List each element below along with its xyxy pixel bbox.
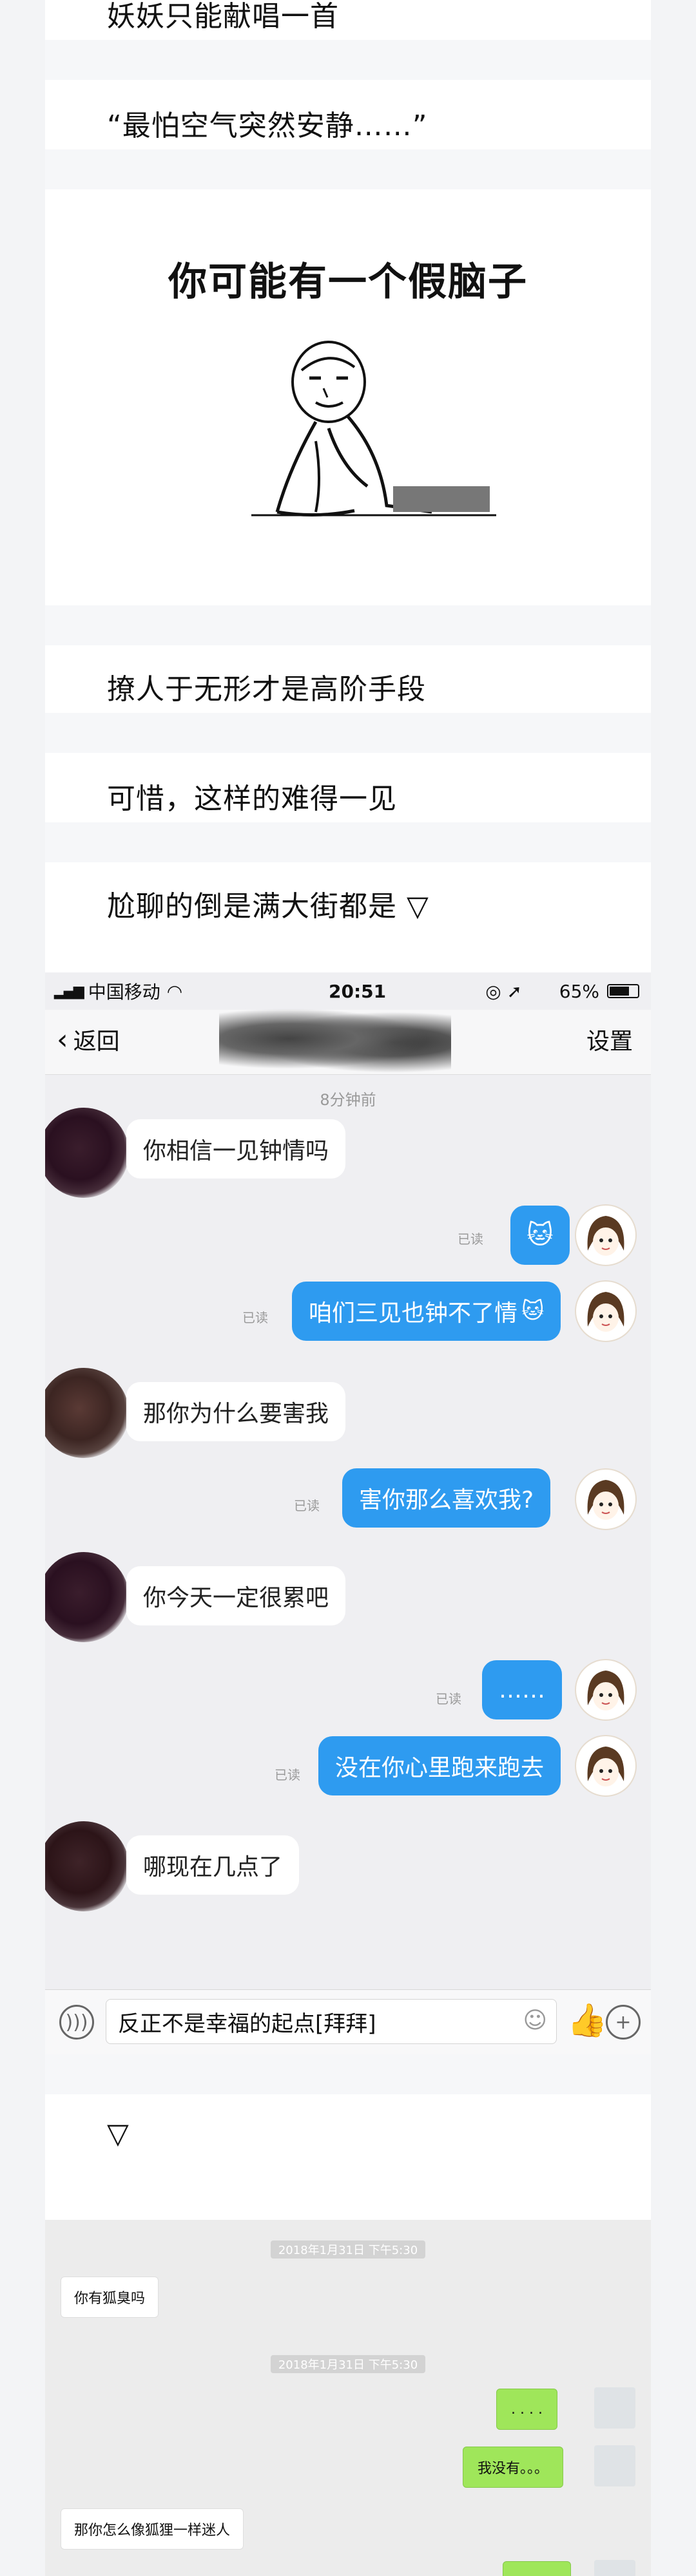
- read-status: 已读: [436, 1691, 461, 1707]
- message-bubble-right: 害你那么喜欢我?: [342, 1468, 551, 1528]
- chat-screenshot-wechat: 2018年1月31日 下午5:30 你有狐臭吗 2018年1月31日 下午5:3…: [45, 2220, 651, 2576]
- text-line-triangle: ▽: [45, 2107, 651, 2160]
- voice-icon: ))): [65, 2011, 88, 2034]
- cat-face-sticker-icon: 🐱: [527, 1220, 554, 1250]
- meme-image: 你可能有一个假脑子: [45, 209, 651, 605]
- settings-button[interactable]: 设置: [586, 1023, 633, 1056]
- location-icon: ◎ ➚: [485, 980, 522, 1002]
- message-bubble-left: 你今天一定很累吧: [126, 1566, 346, 1625]
- text-line-rare-label: 可惜，这样的难得一见: [107, 782, 397, 815]
- chevron-left-icon: ‹: [57, 1023, 68, 1056]
- user-avatar: [575, 1468, 637, 1530]
- girl-face-icon: [587, 1480, 624, 1520]
- clock-label: 20:51: [329, 980, 387, 1002]
- add-button[interactable]: +: [606, 2005, 641, 2040]
- read-status: 已读: [294, 1498, 320, 1513]
- chat-timestamp: 2018年1月31日 下午5:30: [271, 2240, 425, 2259]
- plus-icon: +: [615, 2011, 632, 2034]
- girl-face-icon: [587, 1292, 624, 1332]
- voice-button[interactable]: ))): [59, 2005, 94, 2040]
- text-line-top-label: 妖妖只能献唱一首: [107, 0, 339, 33]
- message-input-value: 反正不是幸福的起点[拜拜]: [118, 2011, 376, 2037]
- user-avatar: [594, 2387, 635, 2429]
- text-line-rare: 可惜，这样的难得一见: [45, 770, 651, 822]
- text-line-flirt-label: 撩人于无形才是高阶手段: [107, 673, 426, 706]
- message-bubble-right: 没在你心里跑来跑去: [318, 1736, 561, 1795]
- section-gap: [45, 822, 651, 862]
- emoji-icon: ☺: [523, 2007, 547, 2034]
- user-avatar: [575, 1659, 637, 1721]
- user-avatar: [594, 2560, 635, 2576]
- back-button[interactable]: ‹ 返回: [57, 1023, 120, 1056]
- meme-stick-figure: [251, 341, 496, 517]
- section-gap: [45, 713, 651, 753]
- text-line-flirt: 撩人于无形才是高阶手段: [45, 660, 651, 713]
- contact-avatar: [45, 1108, 129, 1198]
- message-bubble-left: 你有狐臭吗: [61, 2277, 159, 2318]
- text-line-top: 妖妖只能献唱一首: [45, 0, 651, 40]
- chat-timestamp: 8分钟前: [320, 1091, 376, 1109]
- user-avatar: [575, 1280, 637, 1342]
- triangle-marker: ▽: [107, 2117, 129, 2150]
- text-line-awkward-label: 尬聊的倒是满大街都是 ▽: [107, 890, 429, 923]
- section-gap: [45, 605, 651, 645]
- message-bubble-right-text: 咱们三见也钟不了情: [309, 1300, 518, 1327]
- section-gap: [45, 2054, 651, 2094]
- chat-screenshot-qq: ▂▄▆ 中国移动 ◠ 20:51 ◎ ➚ 65% ‹ 返回 设置 8分钟前 你相…: [45, 972, 651, 2054]
- text-line-awkward: 尬聊的倒是满大街都是 ▽: [45, 877, 651, 930]
- girl-face-icon: [587, 1671, 624, 1710]
- battery-icon: [607, 984, 639, 998]
- message-bubble-left: 那你怎么像狐狸一样迷人: [61, 2508, 244, 2550]
- chat-timestamp: 2018年1月31日 下午5:30: [271, 2355, 425, 2373]
- cat-face-sticker-icon: 🐱: [521, 1298, 545, 1324]
- user-avatar: [594, 2445, 635, 2486]
- message-bubble-left: 哪现在几点了: [126, 1835, 300, 1895]
- contact-avatar: [45, 1552, 129, 1642]
- message-input[interactable]: 反正不是幸福的起点[拜拜] ☺: [106, 1999, 557, 2044]
- read-status: 已读: [275, 1767, 300, 1783]
- read-status: 已读: [458, 1231, 483, 1247]
- message-bubble-right: . . . .: [496, 2389, 557, 2430]
- thumbs-up-icon: 👍: [567, 2002, 608, 2039]
- wifi-icon: ◠: [166, 980, 183, 1002]
- message-bubble-left: 你相信一见钟情吗: [126, 1119, 346, 1179]
- contact-name-redacted: [219, 1003, 451, 1074]
- message-bubble-right: 咱们三见也钟不了情 🐱: [292, 1282, 561, 1341]
- back-button-label: 返回: [73, 1028, 120, 1055]
- section-gap: [45, 40, 651, 80]
- carrier-label: 中国移动: [88, 981, 160, 1003]
- signal-icon: ▂▄▆: [54, 983, 84, 999]
- section-gap: [45, 149, 651, 189]
- message-bubble-right: 🐱: [510, 1206, 570, 1265]
- chat-input-bar: ))) 反正不是幸福的起点[拜拜] ☺ 👍 +: [45, 1989, 651, 2054]
- text-line-quote-label: “最怕空气突然安静……”: [107, 109, 428, 142]
- read-status: 已读: [242, 1310, 268, 1325]
- contact-avatar: [45, 1368, 129, 1458]
- girl-face-icon: [587, 1216, 624, 1256]
- message-bubble-left: 那你为什么要害我: [126, 1382, 346, 1441]
- text-line-quote: “最怕空气突然安静……”: [45, 97, 651, 149]
- contact-avatar: [45, 1821, 129, 1911]
- battery-label: 65%: [559, 980, 599, 1002]
- message-bubble-right: ……: [482, 1660, 562, 1719]
- message-bubble-right: [503, 2561, 571, 2576]
- message-bubble-right: 我没有。。。: [463, 2447, 564, 2488]
- girl-face-icon: [587, 1747, 624, 1786]
- user-avatar: [575, 1204, 637, 1266]
- chat-nav-bar: ‹ 返回 设置: [45, 1003, 651, 1075]
- thumbs-up-button[interactable]: 👍: [567, 2002, 607, 2040]
- user-avatar: [575, 1735, 637, 1797]
